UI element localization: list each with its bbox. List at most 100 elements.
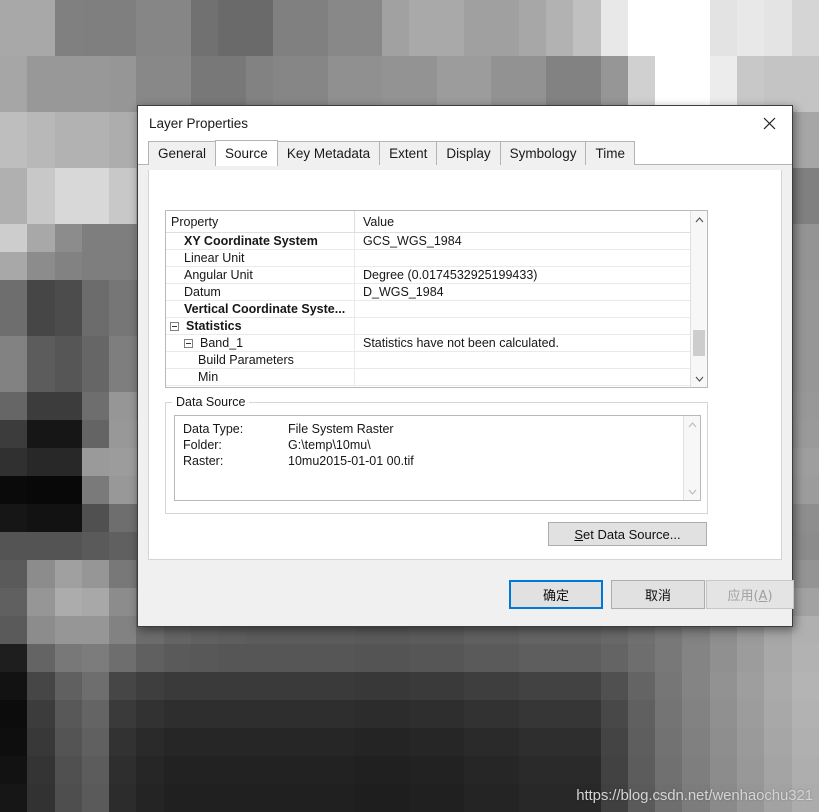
background-cell (382, 644, 409, 672)
property-label: Vertical Coordinate Syste... (184, 302, 345, 316)
background-cell (655, 700, 682, 728)
background-cell (82, 28, 109, 56)
background-cell (546, 672, 573, 700)
background-cell (682, 756, 709, 784)
background-cell (437, 0, 464, 28)
tab-general[interactable]: General (148, 141, 216, 165)
background-cell (0, 672, 27, 700)
background-cell (82, 448, 109, 476)
background-cell (109, 728, 136, 756)
background-cell (464, 700, 491, 728)
background-cell (792, 196, 819, 224)
property-row[interactable]: Vertical Coordinate Syste... (166, 301, 690, 318)
background-cell (792, 504, 819, 532)
value-cell (355, 318, 690, 334)
background-cell (573, 56, 600, 84)
scroll-up-arrow[interactable] (684, 416, 700, 433)
background-cell (109, 196, 136, 224)
close-button[interactable] (747, 106, 792, 140)
background-cell (491, 644, 518, 672)
property-label: Linear Unit (184, 251, 244, 265)
data-source-scrollbar[interactable] (683, 416, 700, 500)
background-cell (409, 756, 436, 784)
property-label: Statistics (186, 319, 242, 333)
scroll-down-arrow[interactable] (691, 370, 707, 387)
background-cell (27, 644, 54, 672)
background-cell (0, 448, 27, 476)
data-source-textbox[interactable]: Data Type:File System RasterFolder:G:\te… (174, 415, 701, 501)
property-row[interactable]: Band_1Statistics have not been calculate… (166, 335, 690, 352)
background-cell (519, 0, 546, 28)
background-cell (136, 56, 163, 84)
background-cell (27, 196, 54, 224)
background-cell (136, 672, 163, 700)
property-row[interactable]: XY Coordinate SystemGCS_WGS_1984 (166, 233, 690, 250)
background-cell (27, 784, 54, 812)
background-cell (328, 0, 355, 28)
property-grid-scrollbar[interactable] (690, 211, 707, 387)
background-cell (55, 392, 82, 420)
background-cell (601, 728, 628, 756)
background-cell (191, 56, 218, 84)
background-cell (328, 28, 355, 56)
background-cell (136, 784, 163, 812)
tab-time[interactable]: Time (585, 141, 635, 165)
apply-button-label: 应用( (727, 589, 758, 604)
property-row[interactable]: Min (166, 369, 690, 386)
background-cell (792, 112, 819, 140)
tab-display[interactable]: Display (436, 141, 500, 165)
background-cell (355, 0, 382, 28)
background-cell (464, 28, 491, 56)
background-cell (82, 504, 109, 532)
collapse-minus-icon[interactable] (170, 322, 179, 331)
background-cell (710, 700, 737, 728)
cancel-button[interactable]: 取消 (611, 580, 705, 609)
background-cell (273, 728, 300, 756)
data-source-value: File System Raster (288, 421, 682, 437)
tab-extent[interactable]: Extent (379, 141, 437, 165)
scroll-up-arrow[interactable] (691, 211, 707, 228)
tab-key-metadata[interactable]: Key Metadata (277, 141, 380, 165)
background-cell (792, 364, 819, 392)
background-cell (27, 504, 54, 532)
background-cell (764, 756, 791, 784)
background-cell (27, 224, 54, 252)
background-cell (710, 0, 737, 28)
collapse-minus-icon[interactable] (184, 339, 193, 348)
background-cell (0, 560, 27, 588)
background-cell (628, 28, 655, 56)
apply-button-suffix: ) (767, 589, 772, 604)
ok-button[interactable]: 确定 (509, 580, 603, 609)
property-row[interactable]: Build Parameters (166, 352, 690, 369)
background-cell (164, 672, 191, 700)
background-cell (300, 756, 327, 784)
background-cell (710, 728, 737, 756)
property-row[interactable]: Angular UnitDegree (0.0174532925199433) (166, 267, 690, 284)
background-cell (0, 644, 27, 672)
background-cell (109, 560, 136, 588)
background-cell (655, 672, 682, 700)
background-cell (382, 0, 409, 28)
property-row[interactable]: Linear Unit (166, 250, 690, 267)
set-data-source-button[interactable]: Set Data Source... (548, 522, 707, 546)
background-cell (164, 728, 191, 756)
property-row[interactable]: DatumD_WGS_1984 (166, 284, 690, 301)
background-cell (491, 700, 518, 728)
tab-source[interactable]: Source (215, 140, 278, 166)
background-cell (27, 448, 54, 476)
background-cell (409, 644, 436, 672)
background-cell (82, 0, 109, 28)
background-cell (273, 672, 300, 700)
background-cell (792, 420, 819, 448)
background-cell (55, 644, 82, 672)
background-cell (273, 644, 300, 672)
property-row[interactable]: Statistics (166, 318, 690, 335)
tab-symbology[interactable]: Symbology (500, 141, 587, 165)
scrollbar-thumb[interactable] (693, 330, 705, 356)
scroll-down-arrow[interactable] (684, 483, 700, 500)
background-cell (27, 112, 54, 140)
background-cell (792, 588, 819, 616)
property-cell: Build Parameters (166, 352, 355, 368)
background-cell (792, 28, 819, 56)
background-cell (55, 700, 82, 728)
